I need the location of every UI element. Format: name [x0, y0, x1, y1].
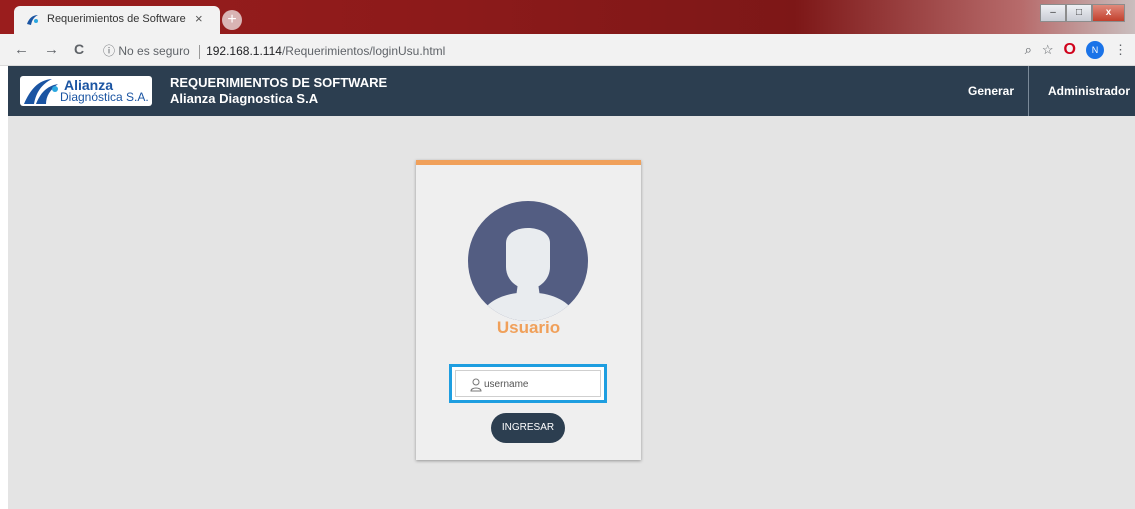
window-controls: – □ x [1040, 4, 1125, 24]
url-host: 192.168.1.114 [206, 44, 282, 58]
username-field-inner [455, 370, 601, 397]
nav-administrador-link[interactable]: Administrador [1048, 84, 1130, 98]
address-bar[interactable]: ⓘ No es seguro 192.168.1.114/Requerimien… [103, 42, 445, 59]
company-logo[interactable]: Alianza Diagnóstica S.A. [20, 76, 152, 106]
user-avatar-icon [468, 201, 588, 321]
favicon-icon [27, 15, 38, 25]
toolbar-icons: ⌕ ☆ O N ⋮ [1025, 40, 1127, 60]
app-title-line1: REQUERIMIENTOS DE SOFTWARE [170, 75, 388, 90]
browser-titlebar: Requerimientos de Software × + – □ x [0, 0, 1135, 34]
opera-icon[interactable]: O [1064, 41, 1076, 59]
logo-mark-icon [24, 79, 58, 104]
browser-tab[interactable]: Requerimientos de Software × [14, 6, 220, 34]
minimize-button[interactable]: – [1040, 4, 1066, 22]
profile-avatar[interactable]: N [1086, 41, 1104, 59]
ingresar-button[interactable]: INGRESAR [491, 413, 565, 443]
close-window-button[interactable]: x [1092, 4, 1125, 22]
username-input[interactable] [484, 375, 594, 393]
url-path: /Requerimientos/loginUsu.html [281, 44, 446, 58]
security-status: No es seguro [118, 44, 190, 58]
zoom-icon[interactable]: ⌕ [1025, 42, 1032, 58]
app-title: REQUERIMIENTOS DE SOFTWARE Alianza Diagn… [170, 75, 387, 107]
back-arrow-icon[interactable]: ← [14, 41, 29, 58]
tab-close-icon[interactable]: × [195, 11, 203, 26]
app-header: Alianza Diagnóstica S.A. REQUERIMIENTOS … [8, 66, 1135, 116]
page-content: Usuario INGRESAR [8, 116, 1135, 509]
url-divider [199, 44, 201, 59]
bookmark-star-icon[interactable]: ☆ [1042, 42, 1054, 58]
maximize-button[interactable]: □ [1066, 4, 1092, 22]
browser-toolbar: ← → C ⓘ No es seguro 192.168.1.114/Reque… [0, 34, 1135, 66]
forward-arrow-icon[interactable]: → [44, 41, 59, 58]
login-heading: Usuario [496, 318, 561, 337]
reload-icon[interactable]: C [74, 41, 84, 57]
nav-generar-link[interactable]: Generar [968, 84, 1014, 98]
new-tab-button[interactable]: + [222, 10, 242, 30]
username-field[interactable] [449, 364, 607, 403]
info-icon[interactable]: ⓘ [103, 44, 115, 58]
menu-dots-icon[interactable]: ⋮ [1114, 42, 1127, 58]
user-icon [470, 378, 482, 392]
login-card: Usuario INGRESAR [416, 160, 641, 460]
logo-text-secondary: Diagnóstica S.A. [60, 90, 149, 104]
nav-divider [1028, 66, 1029, 116]
tab-title: Requerimientos de Software [47, 13, 186, 25]
app-title-line2: Alianza Diagnostica S.A [170, 91, 319, 106]
